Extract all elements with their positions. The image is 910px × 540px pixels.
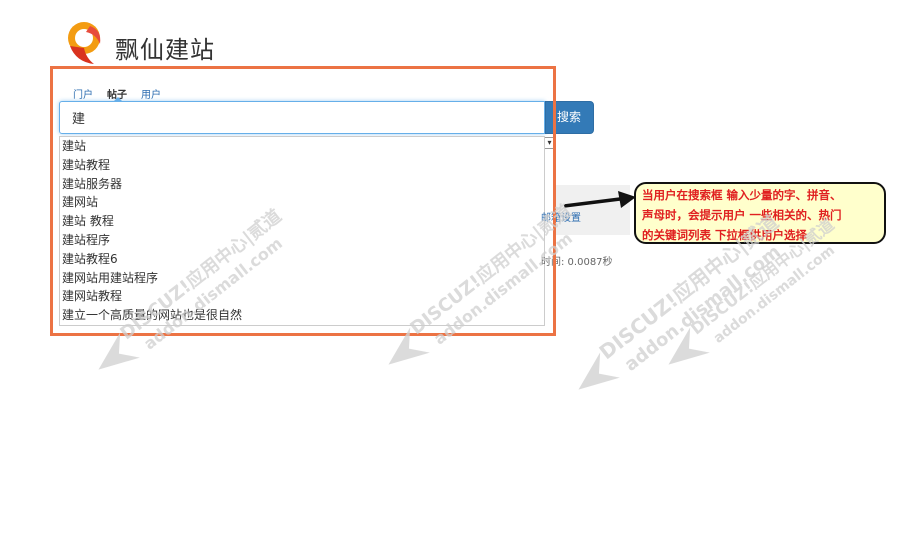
annotation-line: 的关键词列表 下拉框供用户选择 bbox=[642, 228, 808, 242]
annotation-line: 声母时，会提示用户 一些相关的、热门 bbox=[642, 208, 842, 222]
brand-logo-icon bbox=[68, 22, 101, 64]
watermark-domain: addon.dismall.com bbox=[621, 241, 785, 375]
watermark-domain: addon.dismall.com bbox=[711, 242, 838, 346]
highlight-frame bbox=[50, 66, 556, 336]
annotation-line: 当用户在搜索框 输入少量的字、拼音、 bbox=[642, 188, 842, 202]
annotation-callout: 当用户在搜索框 输入少量的字、拼音、 声母时，会提示用户 一些相关的、热门 的关… bbox=[634, 182, 886, 244]
brand-title: 飘仙建站 bbox=[115, 36, 215, 64]
callout-arrow-icon bbox=[564, 191, 636, 208]
